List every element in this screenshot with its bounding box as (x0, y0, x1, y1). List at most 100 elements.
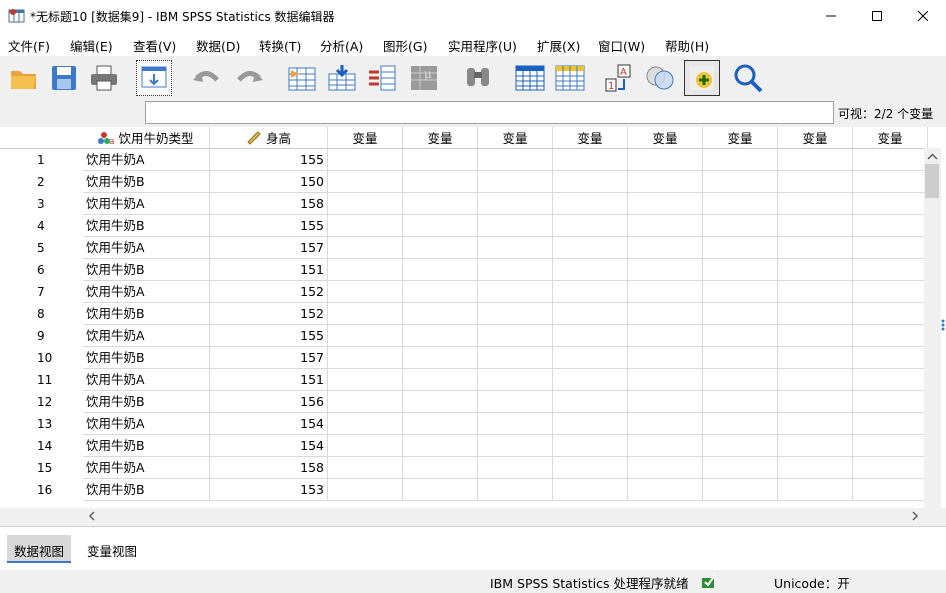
cell-empty[interactable] (328, 215, 403, 237)
cell-empty[interactable] (853, 215, 928, 237)
cell-empty[interactable] (778, 215, 853, 237)
cell-empty[interactable] (553, 325, 628, 347)
cell-empty[interactable] (778, 391, 853, 413)
cell-empty[interactable] (853, 237, 928, 259)
weight-cases-icon[interactable] (642, 60, 678, 96)
cell-empty[interactable] (703, 303, 778, 325)
cell-empty[interactable] (328, 303, 403, 325)
cell-empty[interactable] (853, 479, 928, 501)
cell-empty[interactable] (628, 281, 703, 303)
row-number[interactable]: 9 (0, 325, 83, 347)
cell-height[interactable]: 155 (210, 149, 328, 171)
cell-empty[interactable] (478, 171, 553, 193)
cell-empty[interactable] (478, 325, 553, 347)
cell-empty[interactable] (478, 281, 553, 303)
cell-empty[interactable] (703, 237, 778, 259)
tab-variable-view[interactable]: 变量视图 (80, 535, 144, 563)
cell-empty[interactable] (703, 259, 778, 281)
cell-empty[interactable] (853, 259, 928, 281)
row-number[interactable]: 1 (0, 149, 83, 171)
cell-empty[interactable] (328, 369, 403, 391)
cell-empty[interactable] (778, 193, 853, 215)
cell-empty[interactable] (328, 325, 403, 347)
cell-empty[interactable] (628, 435, 703, 457)
cell-milk-type[interactable]: 饮用牛奶B (83, 171, 210, 193)
menu-help[interactable]: 帮助(H) (665, 36, 709, 55)
grid-corner[interactable] (0, 127, 83, 149)
menu-transform[interactable]: 转换(T) (259, 36, 301, 55)
cell-milk-type[interactable]: 饮用牛奶A (83, 237, 210, 259)
cell-empty[interactable] (403, 193, 478, 215)
column-header-empty[interactable]: 变量 (628, 127, 703, 149)
cell-milk-type[interactable]: 饮用牛奶B (83, 215, 210, 237)
open-folder-icon[interactable] (6, 60, 42, 96)
cell-empty[interactable] (778, 457, 853, 479)
maximize-button[interactable] (854, 0, 900, 31)
goto-case-icon[interactable] (284, 60, 320, 96)
cell-empty[interactable] (553, 391, 628, 413)
cell-empty[interactable] (403, 281, 478, 303)
cell-empty[interactable] (478, 347, 553, 369)
cell-empty[interactable] (478, 259, 553, 281)
cell-height[interactable]: 151 (210, 259, 328, 281)
cell-milk-type[interactable]: 饮用牛奶B (83, 303, 210, 325)
cell-empty[interactable] (778, 303, 853, 325)
cell-empty[interactable] (628, 149, 703, 171)
cell-empty[interactable] (703, 479, 778, 501)
cell-empty[interactable] (328, 391, 403, 413)
cell-empty[interactable] (478, 149, 553, 171)
cell-empty[interactable] (403, 215, 478, 237)
cell-milk-type[interactable]: 饮用牛奶A (83, 457, 210, 479)
cell-height[interactable]: 155 (210, 215, 328, 237)
cell-empty[interactable] (478, 435, 553, 457)
cell-empty[interactable] (328, 457, 403, 479)
cell-empty[interactable] (403, 171, 478, 193)
cell-empty[interactable] (703, 369, 778, 391)
cell-empty[interactable] (478, 391, 553, 413)
cell-empty[interactable] (553, 347, 628, 369)
menu-graphs[interactable]: 图形(G) (383, 36, 427, 55)
variables-icon[interactable] (364, 60, 400, 96)
cell-empty[interactable] (553, 479, 628, 501)
cell-milk-type[interactable]: 饮用牛奶A (83, 325, 210, 347)
cell-empty[interactable] (478, 413, 553, 435)
cell-empty[interactable] (703, 347, 778, 369)
cell-empty[interactable] (778, 479, 853, 501)
cell-empty[interactable] (778, 347, 853, 369)
column-header-empty[interactable]: 变量 (553, 127, 628, 149)
menu-analyze[interactable]: 分析(A) (320, 36, 363, 55)
row-number[interactable]: 13 (0, 413, 83, 435)
cell-empty[interactable] (628, 325, 703, 347)
cell-empty[interactable] (328, 259, 403, 281)
redo-icon[interactable] (232, 60, 268, 96)
cell-empty[interactable] (853, 149, 928, 171)
cell-height[interactable]: 152 (210, 281, 328, 303)
cell-milk-type[interactable]: 饮用牛奶A (83, 369, 210, 391)
vertical-scrollbar[interactable] (924, 148, 941, 508)
cell-height[interactable]: 157 (210, 237, 328, 259)
cell-height[interactable]: 158 (210, 457, 328, 479)
goto-variable-icon[interactable] (324, 60, 360, 96)
save-icon[interactable] (46, 60, 82, 96)
select-cases-icon[interactable] (684, 60, 720, 96)
column-header-empty[interactable]: 变量 (403, 127, 478, 149)
cell-empty[interactable] (853, 193, 928, 215)
cell-empty[interactable] (403, 457, 478, 479)
cell-height[interactable]: 155 (210, 325, 328, 347)
cell-milk-type[interactable]: 饮用牛奶A (83, 193, 210, 215)
cell-empty[interactable] (553, 171, 628, 193)
cell-empty[interactable] (853, 303, 928, 325)
cell-empty[interactable] (853, 281, 928, 303)
cell-empty[interactable] (853, 325, 928, 347)
cell-height[interactable]: 154 (210, 413, 328, 435)
recall-dialog-icon[interactable] (136, 60, 172, 96)
cell-empty[interactable] (628, 193, 703, 215)
row-number[interactable]: 14 (0, 435, 83, 457)
cell-height[interactable]: 154 (210, 435, 328, 457)
descriptive-stats-icon[interactable]: μ (406, 60, 442, 96)
cell-empty[interactable] (628, 479, 703, 501)
cell-empty[interactable] (778, 325, 853, 347)
menu-utilities[interactable]: 实用程序(U) (448, 36, 517, 55)
cell-empty[interactable] (853, 413, 928, 435)
cell-empty[interactable] (553, 193, 628, 215)
